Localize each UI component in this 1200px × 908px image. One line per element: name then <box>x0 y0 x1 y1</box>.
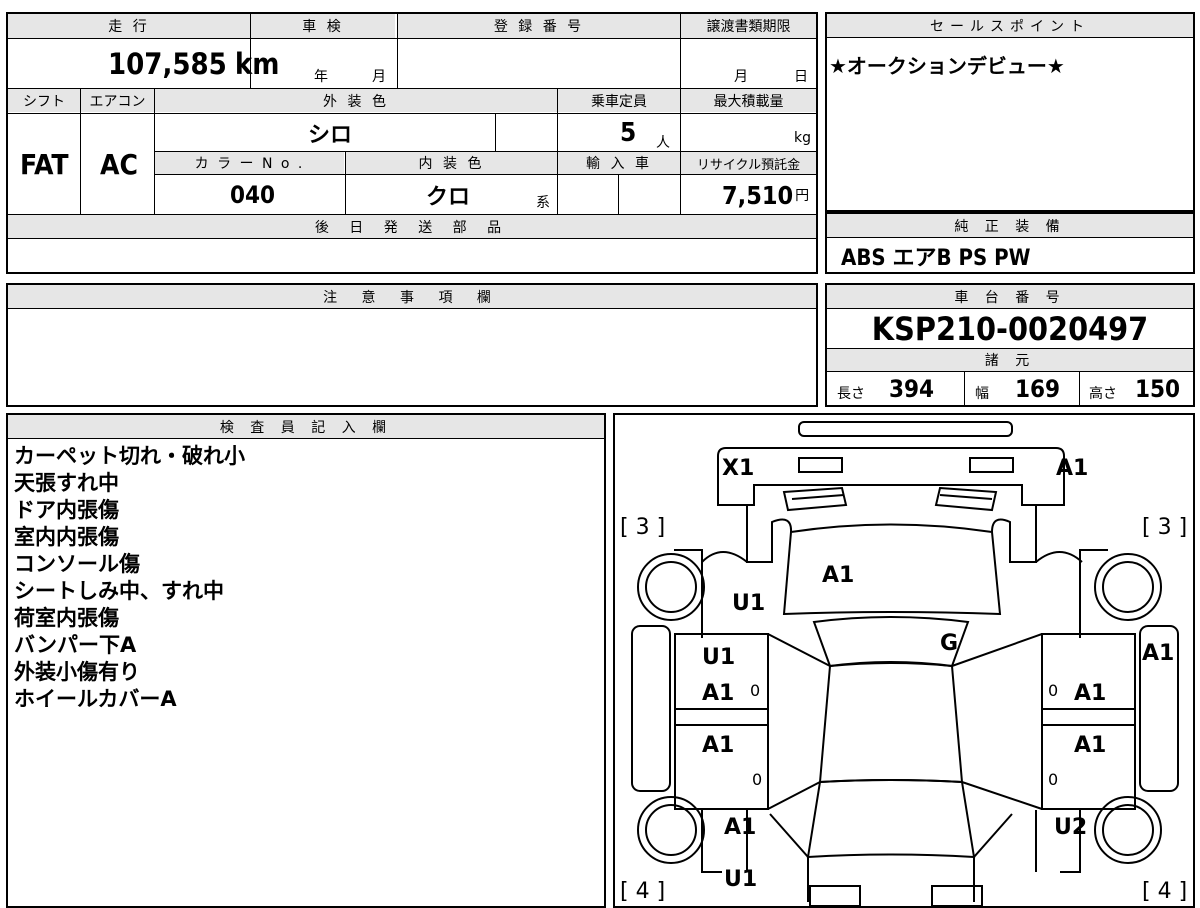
label-rear-door-l: A1 <box>702 733 734 758</box>
color-no-value: 040 <box>230 181 276 209</box>
recycle-header: リサイクル預託金 <box>681 152 816 174</box>
interior-header: 内 装 色 <box>346 152 557 174</box>
note-item: ドア内張傷 <box>14 498 119 522</box>
inspection-header: 車 検 <box>251 14 395 38</box>
exterior-header: 外 装 色 <box>155 89 557 112</box>
exterior-value: シロ <box>308 123 353 148</box>
label-rear-door-l-small: 0 <box>752 770 762 789</box>
width-value: 169 <box>1015 375 1061 403</box>
label-front-door-r: A1 <box>1074 681 1106 706</box>
import-header: 輸 入 車 <box>558 152 680 174</box>
note-item: 荷室内張傷 <box>14 606 119 630</box>
vehicle-info-table: 走 行 車 検 登 録 番 号 譲渡書類期限 107,585 km 年 月 月 … <box>6 12 818 274</box>
height-label: 高さ <box>1089 386 1117 402</box>
label-front-door-l-small: 0 <box>750 681 760 700</box>
inspector-notes: カーペット切れ・破れ小 天張すれ中 ドア内張傷 室内内張傷 コンソール傷 シート… <box>14 443 245 713</box>
label-front-door-r-small: 0 <box>1048 681 1058 700</box>
inspector-header: 検 査 員 記 入 欄 <box>8 415 604 439</box>
note-item: 外装小傷有り <box>14 660 140 684</box>
recycle-value: 7,510 円 <box>722 178 809 212</box>
ac-header: エアコン <box>81 89 154 112</box>
note-item: 室内内張傷 <box>14 525 119 549</box>
caution-box: 注 意 事 項 欄 <box>6 283 818 407</box>
label-rear-fender-l: A1 <box>724 815 756 840</box>
length-value: 394 <box>889 375 935 403</box>
label-windshield: G <box>940 631 958 656</box>
car-diagram-box: X1 A1 [ 3 ] [ 3 ] A1 U1 G A1 U1 A1 0 0 A… <box>613 413 1195 908</box>
label-bracket-bl: [ 4 ] <box>620 879 665 904</box>
inspection-month-unit: 月 <box>372 69 386 85</box>
label-rear-door-r: A1 <box>1074 733 1106 758</box>
note-item: 天張すれ中 <box>14 471 119 495</box>
max-load-header: 最大積載量 <box>681 89 816 112</box>
capacity-header: 乗車定員 <box>558 89 680 112</box>
chassis-box: 車 台 番 号 KSP210-0020497 諸 元 長さ 394 幅 169 … <box>825 283 1195 407</box>
label-front-left: X1 <box>722 456 754 481</box>
label-rear-fender-r: U2 <box>1054 815 1087 840</box>
shift-header: シフト <box>8 89 80 112</box>
recycle-number: 7,510 <box>722 180 794 210</box>
note-item: バンパー下A <box>14 633 137 657</box>
shift-value: FAT <box>20 147 69 181</box>
label-rear-door-r-small: 0 <box>1048 770 1058 789</box>
mileage-header: 走 行 <box>8 14 250 38</box>
mileage-value: 107,585 km <box>108 42 279 86</box>
caution-header: 注 意 事 項 欄 <box>8 285 816 309</box>
label-front-door-l-upper: U1 <box>702 645 735 670</box>
sales-point-header: セールスポイント <box>827 14 1193 38</box>
equipment-text: ABS エアB PS PW <box>841 246 1031 271</box>
specs-header: 諸 元 <box>827 349 1193 372</box>
label-rear-bumper-l: U1 <box>724 867 757 892</box>
label-bracket-br: [ 4 ] <box>1142 879 1187 904</box>
max-load-unit: kg <box>794 130 811 146</box>
transfer-month-unit: 月 <box>734 69 748 85</box>
sales-point-box: セールスポイント ★オークションデビュー★ <box>825 12 1195 212</box>
interior-value: クロ <box>426 185 471 210</box>
note-item: コンソール傷 <box>14 552 140 576</box>
car-diagram: X1 A1 [ 3 ] [ 3 ] A1 U1 G A1 U1 A1 0 0 A… <box>620 421 1187 906</box>
label-front-right: A1 <box>1056 456 1088 481</box>
ac-value: AC <box>100 147 138 181</box>
capacity-unit: 人 <box>656 135 670 151</box>
note-item: カーペット切れ・破れ小 <box>14 444 245 468</box>
equipment-header: 純 正 装 備 <box>827 214 1193 238</box>
label-bracket-tl: [ 3 ] <box>620 515 665 540</box>
color-no-header: カ ラ ー N o . <box>155 152 344 174</box>
label-front-door-l: A1 <box>702 681 734 706</box>
label-bracket-tr: [ 3 ] <box>1142 515 1187 540</box>
equipment-box: 純 正 装 備 ABS エアB PS PW <box>825 212 1195 274</box>
chassis-number: KSP210-0020497 <box>871 310 1149 348</box>
label-front-fender-l: U1 <box>732 591 765 616</box>
recycle-unit: 円 <box>795 188 810 204</box>
later-parts-header: 後 日 発 送 部 品 <box>8 215 816 238</box>
capacity-value: 5 <box>620 118 637 148</box>
inspection-year-unit: 年 <box>314 69 328 85</box>
label-hood: A1 <box>822 563 854 588</box>
mileage-number: 107,585 <box>108 47 227 81</box>
chassis-header: 車 台 番 号 <box>827 285 1193 309</box>
width-label: 幅 <box>975 386 989 402</box>
transfer-day-unit: 日 <box>794 69 808 85</box>
length-label: 長さ <box>837 386 865 402</box>
sales-point-text: ★オークションデビュー★ <box>829 54 1065 78</box>
note-item: ホイールカバーA <box>14 687 177 711</box>
mileage-unit: km <box>234 47 280 81</box>
registration-header: 登 録 番 号 <box>398 14 680 38</box>
transfer-header: 譲渡書類期限 <box>681 14 816 38</box>
interior-suffix: 系 <box>536 195 550 211</box>
note-item: シートしみ中、すれ中 <box>14 579 224 603</box>
height-value: 150 <box>1135 375 1181 403</box>
inspector-box: 検 査 員 記 入 欄 カーペット切れ・破れ小 天張すれ中 ドア内張傷 室内内張… <box>6 413 606 908</box>
label-fender-r: A1 <box>1142 641 1174 666</box>
